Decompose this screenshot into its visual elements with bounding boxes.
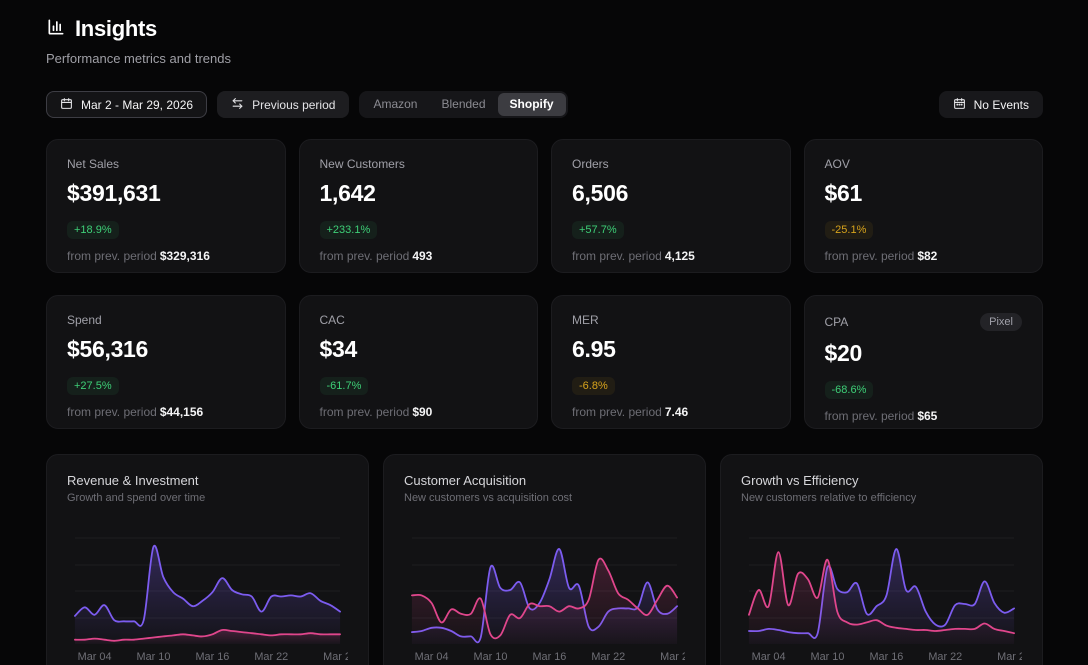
chart-subtitle: Growth and spend over time bbox=[67, 492, 348, 504]
svg-text:Mar 16: Mar 16 bbox=[870, 651, 904, 663]
svg-text:Mar 22: Mar 22 bbox=[254, 651, 288, 663]
svg-text:Mar 29: Mar 29 bbox=[660, 651, 685, 663]
kpi-prev-value: $90 bbox=[412, 405, 432, 419]
chart-title: Growth vs Efficiency bbox=[741, 473, 1022, 488]
arrows-left-right-icon bbox=[231, 97, 244, 113]
kpi-prev-value: 7.46 bbox=[665, 405, 688, 419]
svg-text:Mar 16: Mar 16 bbox=[196, 651, 230, 663]
svg-text:Mar 22: Mar 22 bbox=[591, 651, 625, 663]
page-subtitle: Performance metrics and trends bbox=[46, 51, 1043, 66]
chart-grid: Revenue & Investment Growth and spend ov… bbox=[46, 454, 1043, 665]
kpi-prev-value: $44,156 bbox=[160, 405, 203, 419]
chart-card-customer-acquisition: Customer Acquisition New customers vs ac… bbox=[383, 454, 706, 665]
chart-subtitle: New customers vs acquisition cost bbox=[404, 492, 685, 504]
kpi-previous-period: from prev. period$329,316 bbox=[67, 249, 265, 263]
kpi-change-badge: +233.1% bbox=[320, 221, 378, 239]
chart-subtitle: New customers relative to efficiency bbox=[741, 492, 1022, 504]
kpi-previous-period: from prev. period$44,156 bbox=[67, 405, 265, 419]
kpi-value: $34 bbox=[320, 336, 518, 363]
segment-amazon[interactable]: Amazon bbox=[361, 93, 429, 116]
kpi-change-badge: -25.1% bbox=[825, 221, 874, 239]
kpi-card-net-sales: Net Sales $391,631 +18.9% from prev. per… bbox=[46, 139, 286, 273]
kpi-grid: Net Sales $391,631 +18.9% from prev. per… bbox=[46, 139, 1043, 429]
kpi-previous-period: from prev. period$65 bbox=[825, 409, 1023, 423]
kpi-card-cpa: CPA Pixel $20 -68.6% from prev. period$6… bbox=[804, 295, 1044, 429]
svg-text:Mar 04: Mar 04 bbox=[415, 651, 449, 663]
chart-card-growth-efficiency: Growth vs Efficiency New customers relat… bbox=[720, 454, 1043, 665]
chart-card-revenue-investment: Revenue & Investment Growth and spend ov… bbox=[46, 454, 369, 665]
kpi-value: $56,316 bbox=[67, 336, 265, 363]
previous-period-label: Previous period bbox=[252, 98, 335, 112]
previous-period-button[interactable]: Previous period bbox=[217, 91, 349, 118]
kpi-card-cac: CAC $34 -61.7% from prev. period$90 bbox=[299, 295, 539, 429]
kpi-change-badge: -61.7% bbox=[320, 377, 369, 395]
bar-chart-icon bbox=[46, 17, 66, 42]
svg-text:Mar 29: Mar 29 bbox=[323, 651, 348, 663]
svg-text:Mar 29: Mar 29 bbox=[997, 651, 1022, 663]
kpi-change-badge: +57.7% bbox=[572, 221, 624, 239]
kpi-prev-value: 493 bbox=[412, 249, 432, 263]
calendar-icon bbox=[60, 97, 73, 113]
insights-page: Insights Performance metrics and trends … bbox=[0, 0, 1088, 665]
kpi-label: AOV bbox=[825, 157, 850, 171]
kpi-prev-value: 4,125 bbox=[665, 249, 695, 263]
segment-shopify[interactable]: Shopify bbox=[498, 93, 566, 116]
kpi-change-badge: +18.9% bbox=[67, 221, 119, 239]
date-range-label: Mar 2 - Mar 29, 2026 bbox=[81, 98, 193, 112]
kpi-previous-period: from prev. period$90 bbox=[320, 405, 518, 419]
kpi-prev-value: $82 bbox=[917, 249, 937, 263]
svg-text:Mar 04: Mar 04 bbox=[78, 651, 112, 663]
kpi-card-spend: Spend $56,316 +27.5% from prev. period$4… bbox=[46, 295, 286, 429]
kpi-value: $20 bbox=[825, 340, 1023, 367]
kpi-label: CPA bbox=[825, 315, 849, 329]
kpi-card-orders: Orders 6,506 +57.7% from prev. period4,1… bbox=[551, 139, 791, 273]
svg-text:Mar 16: Mar 16 bbox=[533, 651, 567, 663]
kpi-prev-value: $65 bbox=[917, 409, 937, 423]
channel-segmented-control: Amazon Blended Shopify bbox=[359, 91, 567, 118]
kpi-value: 1,642 bbox=[320, 180, 518, 207]
kpi-label: Orders bbox=[572, 157, 609, 171]
kpi-label: MER bbox=[572, 313, 599, 327]
svg-text:Mar 04: Mar 04 bbox=[752, 651, 786, 663]
kpi-previous-period: from prev. period7.46 bbox=[572, 405, 770, 419]
kpi-label: Spend bbox=[67, 313, 102, 327]
kpi-label: New Customers bbox=[320, 157, 405, 171]
kpi-card-aov: AOV $61 -25.1% from prev. period$82 bbox=[804, 139, 1044, 273]
line-chart-revenue-investment: Mar 04 Mar 10 Mar 16 Mar 22 Mar 29 bbox=[67, 532, 348, 664]
kpi-label: Net Sales bbox=[67, 157, 119, 171]
kpi-change-badge: -68.6% bbox=[825, 381, 874, 399]
page-header: Insights bbox=[46, 16, 1043, 42]
page-title: Insights bbox=[75, 16, 157, 42]
kpi-value: 6,506 bbox=[572, 180, 770, 207]
line-chart-growth-efficiency: Mar 04 Mar 10 Mar 16 Mar 22 Mar 29 bbox=[741, 532, 1022, 664]
svg-text:Mar 22: Mar 22 bbox=[928, 651, 962, 663]
no-events-label: No Events bbox=[974, 98, 1029, 112]
svg-text:Mar 10: Mar 10 bbox=[474, 651, 508, 663]
segment-blended[interactable]: Blended bbox=[429, 93, 497, 116]
kpi-card-mer: MER 6.95 -6.8% from prev. period7.46 bbox=[551, 295, 791, 429]
kpi-change-badge: +27.5% bbox=[67, 377, 119, 395]
kpi-label: CAC bbox=[320, 313, 345, 327]
kpi-value: $61 bbox=[825, 180, 1023, 207]
kpi-value: 6.95 bbox=[572, 336, 770, 363]
kpi-previous-period: from prev. period$82 bbox=[825, 249, 1023, 263]
svg-text:Mar 10: Mar 10 bbox=[137, 651, 171, 663]
line-chart-customer-acquisition: Mar 04 Mar 10 Mar 16 Mar 22 Mar 29 bbox=[404, 532, 685, 664]
calendar-days-icon bbox=[953, 97, 966, 113]
date-range-button[interactable]: Mar 2 - Mar 29, 2026 bbox=[46, 91, 207, 118]
no-events-button[interactable]: No Events bbox=[939, 91, 1043, 118]
toolbar: Mar 2 - Mar 29, 2026 Previous period Ama… bbox=[46, 91, 1043, 118]
kpi-change-badge: -6.8% bbox=[572, 377, 615, 395]
kpi-value: $391,631 bbox=[67, 180, 265, 207]
kpi-previous-period: from prev. period4,125 bbox=[572, 249, 770, 263]
kpi-card-new-customers: New Customers 1,642 +233.1% from prev. p… bbox=[299, 139, 539, 273]
kpi-previous-period: from prev. period493 bbox=[320, 249, 518, 263]
chart-title: Revenue & Investment bbox=[67, 473, 348, 488]
chart-title: Customer Acquisition bbox=[404, 473, 685, 488]
pixel-badge: Pixel bbox=[980, 313, 1022, 331]
kpi-prev-value: $329,316 bbox=[160, 249, 210, 263]
svg-text:Mar 10: Mar 10 bbox=[811, 651, 845, 663]
